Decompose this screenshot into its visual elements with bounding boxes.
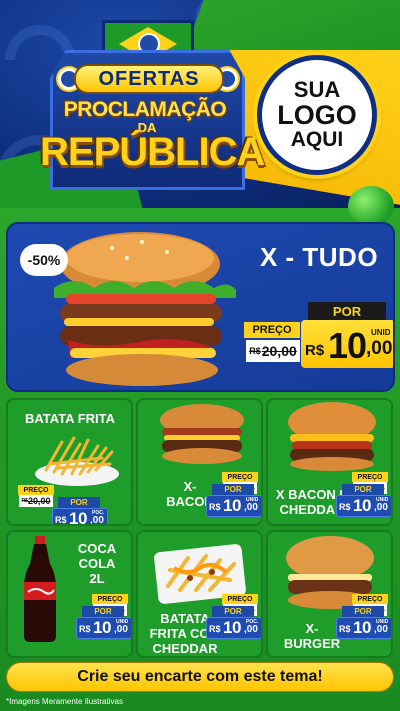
product-card[interactable]: COCA COLA 2LPREÇOR$20,00PORR$10,00UNID [6,530,133,658]
new-price-label: POR [308,302,386,320]
price-decimal: ,00 [244,502,258,513]
old-price-value: 20,00 [27,496,51,506]
logo-line-2: LOGO [277,99,357,130]
new-price-label: POR [342,484,384,495]
product-name: BATATA FRITA [24,411,115,426]
price-currency: R$ [209,502,221,512]
price-currency: R$ [305,342,325,359]
old-price-label: PREÇO [18,485,54,495]
new-price-label: POR [212,484,254,495]
price-integer: 10 [69,509,87,526]
old-price-label: PREÇO [222,472,258,482]
price-integer: 10 [223,618,241,637]
old-price-label: PREÇO [352,472,388,482]
price-unit: UNID [116,619,129,625]
price-integer: 10 [353,618,371,637]
price-currency: R$ [55,515,67,525]
price-decimal: ,00 [366,338,393,359]
product-card[interactable]: BATATA FRITA COM CHEDDARPREÇOR$20,00PORR… [136,530,263,658]
logo-line-3: AQUI [290,128,344,152]
promo-badge: OFERTAS PROCLAMAÇÃO DA REPÚBLICA [40,20,265,210]
new-price-label: POR [212,606,254,617]
old-price-currency: R$ [249,346,261,356]
burger-image-icon [54,232,236,386]
old-price-value: 20,00 [261,343,297,359]
price-currency: R$ [339,502,351,512]
old-price: R$20,00 [19,495,53,507]
price-decimal: ,00 [90,515,104,526]
price-integer: 10 [353,496,371,515]
header-banner: OFERTAS PROCLAMAÇÃO DA REPÚBLICA SUA LOG… [0,0,400,228]
badge-republica: REPÚBLICA [40,130,265,174]
price-decimal: ,00 [374,624,388,635]
badge-ofertas: OFERTAS [74,64,224,94]
price-unit: UNID [376,497,389,503]
new-price-label: POR [82,606,124,617]
price-decimal: ,00 [374,502,388,513]
price-currency: R$ [339,624,351,634]
price-unit: UNID [371,328,391,337]
price-integer: 10 [93,618,111,637]
logo-placeholder[interactable]: SUA LOGO AQUI [257,55,377,175]
product-card[interactable]: X- BACONPREÇOR$20,00PORR$10,00UNID [136,398,263,526]
discount-badge: -50% [20,244,68,276]
soda-bottle-icon [20,534,60,649]
old-price-label: PREÇO [352,594,388,604]
price-unit: POC. [92,510,105,516]
price-decimal: ,00 [114,624,128,635]
badge-proclamacao: PROCLAMAÇÃO [63,98,227,121]
price-integer: 10 [223,496,241,515]
product-card[interactable]: BATATA FRITA PREÇO R$ 20,00 POR R$ 10,00 POC. [6,398,133,526]
product-card[interactable]: X BACON E CHEDDARPREÇOR$20,00PORR$10,00U… [266,398,393,526]
hero-product-name: X - TUDO [259,242,379,272]
hero-offer-card[interactable]: -50% X - TUDO PREÇO R$ 20,00 POR R$ 10 ,… [6,222,395,392]
old-price-label: PREÇO [92,594,128,604]
price-unit: UNID [246,497,259,503]
old-price-label: PREÇO [244,322,300,338]
price-unit: POC. [246,619,259,625]
product-card[interactable]: X- BURGERPREÇOR$20,00PORR$10,00UNID [266,530,393,658]
cheddar-burger-icon [282,402,382,477]
balloon-icon [348,186,394,226]
price-decimal: ,00 [244,624,258,635]
product-name: COCA COLA 2L [77,541,117,586]
price-integer: 10 [328,325,367,366]
price-currency: R$ [209,624,221,634]
bacon-burger-icon [152,402,252,471]
logo-line-1: SUA [293,77,341,103]
new-price-label: POR [342,606,384,617]
create-flyer-button[interactable]: Crie seu encarte com este tema! [6,662,394,692]
old-price: R$ 20,00 [246,340,300,362]
disclaimer-note: *Imagens Meramente Ilustrativas [6,697,123,706]
old-price-label: PREÇO [222,594,258,604]
price-currency: R$ [79,624,91,634]
price-unit: UNID [376,619,389,625]
new-price-label: POR [58,497,100,508]
